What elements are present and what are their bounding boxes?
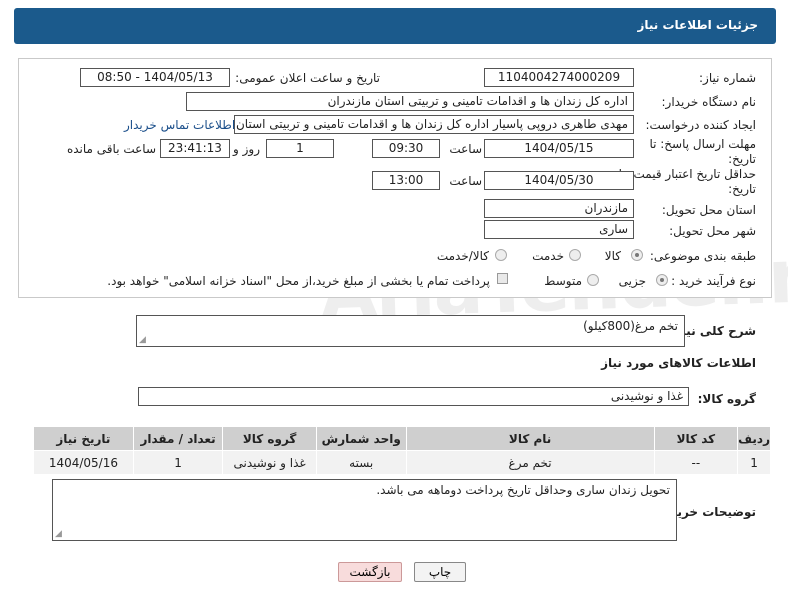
category-goods-service-label: کالا/خدمت bbox=[436, 249, 489, 263]
description-text: تخم مرغ(800کیلو) bbox=[583, 319, 678, 333]
treasury-payment-checkbox[interactable] bbox=[497, 273, 508, 284]
cell-item-name: تخم مرغ bbox=[405, 450, 655, 475]
price-date-field: 1404/05/30 bbox=[484, 171, 634, 190]
buyer-contact-link[interactable]: اطلاعات تماس خریدار bbox=[124, 118, 235, 132]
need-number-label: شماره نیاز: bbox=[699, 71, 756, 85]
page-header: جزئیات اطلاعات نیاز bbox=[14, 8, 776, 44]
buyer-org-field: اداره کل زندان ها و اقدامات تامینی و ترب… bbox=[186, 92, 634, 111]
price-deadline-label: حداقل تاریخ اعتبار قیمت: تا تاریخ: bbox=[618, 167, 756, 196]
col-row-number: ردیف bbox=[737, 426, 771, 451]
resize-grip-icon: ◢ bbox=[139, 335, 146, 345]
purchase-small-label: جزیی bbox=[618, 274, 646, 288]
col-item-group: گروه کالا bbox=[222, 426, 317, 451]
announce-date-label: تاریخ و ساعت اعلان عمومی: bbox=[235, 71, 380, 85]
city-label: شهر محل تحویل: bbox=[669, 224, 756, 238]
purchase-medium-radio[interactable] bbox=[587, 274, 599, 286]
creator-field: مهدی طاهری دروپی پاسیار اداره کل زندان ه… bbox=[234, 115, 634, 134]
price-time-label: ساعت bbox=[449, 174, 482, 188]
category-goods-label: کالا bbox=[604, 249, 621, 263]
days-label: روز و bbox=[233, 142, 260, 156]
col-item-code: کد کالا bbox=[653, 426, 739, 451]
buyer-notes-textarea[interactable]: تحویل زندان ساری وحداقل تاریخ پرداخت دوم… bbox=[52, 479, 677, 541]
remaining-time-field: 23:41:13 bbox=[160, 139, 230, 158]
page-title: جزئیات اطلاعات نیاز bbox=[637, 18, 758, 32]
announce-date-field: 1404/05/13 - 08:50 bbox=[80, 68, 230, 87]
category-goods-radio[interactable] bbox=[631, 249, 643, 261]
cell-row-number: 1 bbox=[737, 450, 771, 475]
reply-time-field: 09:30 bbox=[372, 139, 440, 158]
resize-grip-icon: ◢ bbox=[55, 529, 62, 539]
province-label: استان محل تحویل: bbox=[661, 203, 756, 217]
goods-group-label: گروه کالا: bbox=[697, 392, 756, 406]
goods-table-header: ردیف کد کالا نام کالا واحد شمارش گروه کا… bbox=[33, 426, 771, 451]
cell-unit: بسته bbox=[315, 450, 407, 475]
cell-quantity: 1 bbox=[132, 450, 224, 475]
cell-item-group: غذا و نوشیدنی bbox=[222, 450, 317, 475]
col-need-date: تاریخ نیاز bbox=[33, 426, 134, 451]
col-quantity: تعداد / مقدار bbox=[132, 426, 224, 451]
category-service-radio[interactable] bbox=[569, 249, 581, 261]
need-number-field: 1104004274000209 bbox=[484, 68, 634, 87]
goods-section-title: اطلاعات کالاهای مورد نیاز bbox=[601, 356, 756, 370]
buyer-notes-text: تحویل زندان ساری وحداقل تاریخ پرداخت دوم… bbox=[376, 483, 670, 497]
creator-label: ایجاد کننده درخواست: bbox=[645, 118, 756, 132]
remaining-days-field: 1 bbox=[266, 139, 334, 158]
province-field: مازندران bbox=[484, 199, 634, 218]
col-unit: واحد شمارش bbox=[315, 426, 407, 451]
purchase-medium-label: متوسط bbox=[544, 274, 582, 288]
category-service-label: خدمت bbox=[532, 249, 564, 263]
buyer-org-label: نام دستگاه خریدار: bbox=[661, 95, 757, 109]
purchase-small-radio[interactable] bbox=[656, 274, 668, 286]
description-textarea[interactable]: تخم مرغ(800کیلو) ◢ bbox=[136, 315, 685, 347]
reply-date-field: 1404/05/15 bbox=[484, 139, 634, 158]
remaining-time-label: ساعت باقی مانده bbox=[66, 142, 156, 156]
category-goods-service-radio[interactable] bbox=[495, 249, 507, 261]
print-button[interactable]: چاپ bbox=[414, 562, 466, 582]
goods-group-field: غذا و نوشیدنی bbox=[138, 387, 689, 406]
cell-need-date: 1404/05/16 bbox=[33, 450, 134, 475]
reply-time-label: ساعت bbox=[449, 142, 482, 156]
purchase-type-label: نوع فرآیند خرید : bbox=[671, 274, 756, 288]
goods-table: ردیف کد کالا نام کالا واحد شمارش گروه کا… bbox=[33, 426, 771, 475]
price-time-field: 13:00 bbox=[372, 171, 440, 190]
city-field: ساری bbox=[484, 220, 634, 239]
back-button[interactable]: بازگشت bbox=[338, 562, 402, 582]
cell-item-code: -- bbox=[653, 450, 739, 475]
table-row: 1 -- تخم مرغ بسته غذا و نوشیدنی 1 1404/0… bbox=[33, 450, 771, 475]
treasury-payment-note: پرداخت تمام یا بخشی از مبلغ خرید،از محل … bbox=[107, 274, 490, 288]
col-item-name: نام کالا bbox=[405, 426, 655, 451]
category-label: طبقه بندی موضوعی: bbox=[649, 249, 756, 263]
reply-deadline-label: مهلت ارسال پاسخ: تا تاریخ: bbox=[649, 137, 756, 166]
